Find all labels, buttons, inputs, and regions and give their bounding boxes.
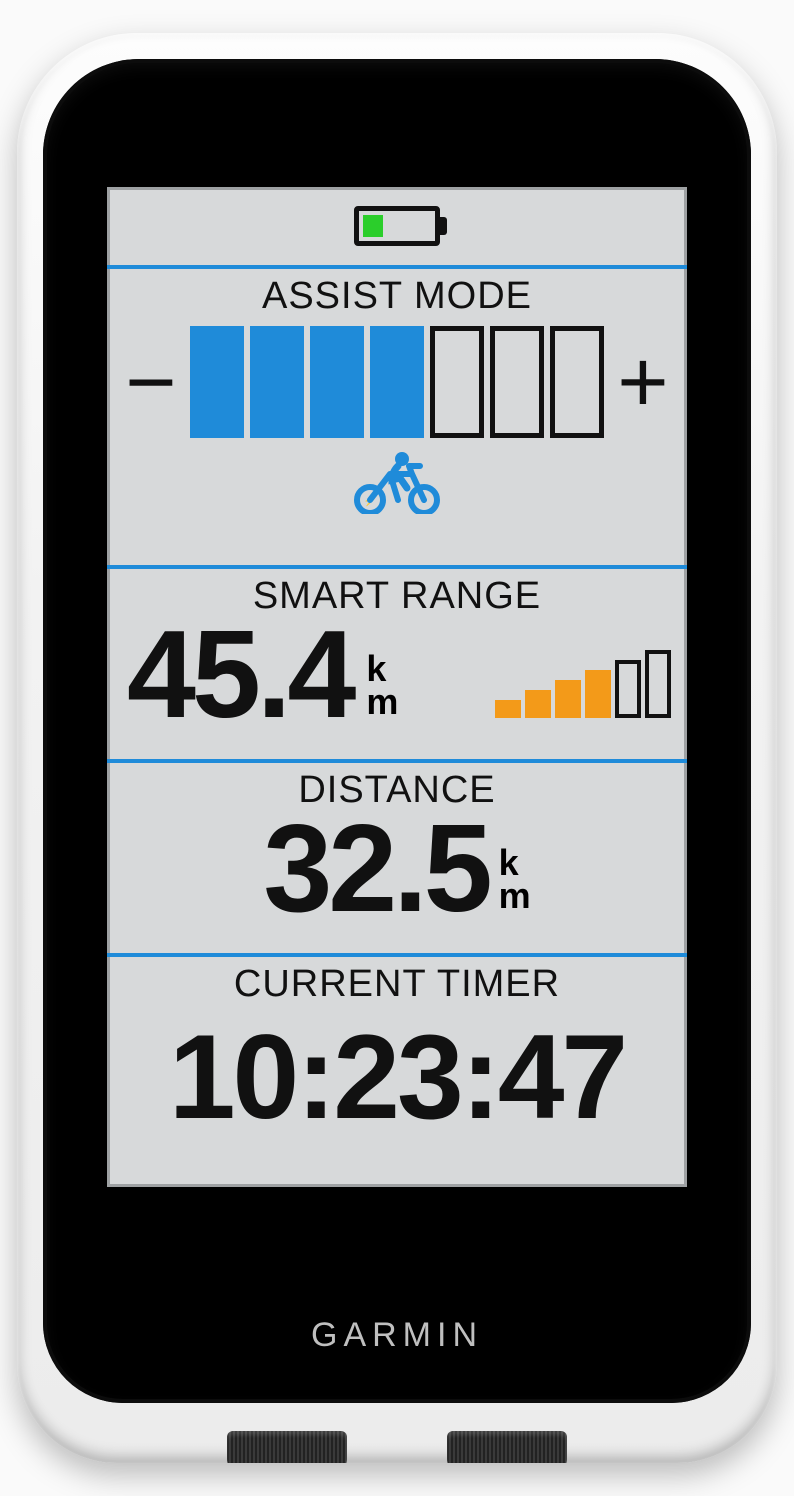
assist-bar bbox=[370, 326, 424, 438]
mount-tabs bbox=[217, 1431, 577, 1463]
battery-fill bbox=[363, 215, 383, 237]
timer-panel: CURRENT TIMER 10:23:47 bbox=[107, 953, 687, 1187]
bezel: ASSIST MODE − + ⚡ bbox=[43, 59, 751, 1403]
assist-mode-label: ASSIST MODE bbox=[123, 275, 671, 318]
assist-bar bbox=[310, 326, 364, 438]
signal-bar bbox=[585, 670, 611, 718]
signal-bar bbox=[495, 700, 521, 718]
signal-bar bbox=[555, 680, 581, 718]
smart-range-value: 45.4 bbox=[127, 618, 352, 732]
timer-label: CURRENT TIMER bbox=[123, 963, 671, 1006]
distance-unit: k m bbox=[499, 847, 531, 912]
ebike-icon: ⚡ bbox=[352, 450, 442, 514]
battery-icon bbox=[354, 206, 440, 246]
distance-value: 32.5 bbox=[263, 812, 488, 926]
signal-bar bbox=[525, 690, 551, 718]
smart-range-panel: SMART RANGE 45.4 k m bbox=[107, 565, 687, 759]
brand-logo: GARMIN bbox=[43, 1316, 751, 1355]
assist-decrease-button[interactable]: − bbox=[123, 338, 179, 426]
device-shell: ASSIST MODE − + ⚡ bbox=[17, 33, 777, 1463]
assist-level-bars bbox=[190, 326, 604, 438]
assist-mode-panel: ASSIST MODE − + ⚡ bbox=[107, 265, 687, 565]
signal-bar bbox=[615, 660, 641, 718]
timer-value: 10:23:47 bbox=[123, 1008, 671, 1146]
smart-range-unit: k m bbox=[366, 653, 398, 718]
assist-bar bbox=[550, 326, 604, 438]
distance-panel: DISTANCE 32.5 k m bbox=[107, 759, 687, 953]
assist-bar bbox=[430, 326, 484, 438]
assist-bar bbox=[250, 326, 304, 438]
screen[interactable]: ASSIST MODE − + ⚡ bbox=[107, 187, 687, 1187]
status-bar bbox=[107, 187, 687, 265]
signal-strength-bars bbox=[495, 648, 671, 718]
assist-increase-button[interactable]: + bbox=[615, 338, 671, 426]
assist-bar bbox=[190, 326, 244, 438]
signal-bar bbox=[645, 650, 671, 718]
assist-bar bbox=[490, 326, 544, 438]
